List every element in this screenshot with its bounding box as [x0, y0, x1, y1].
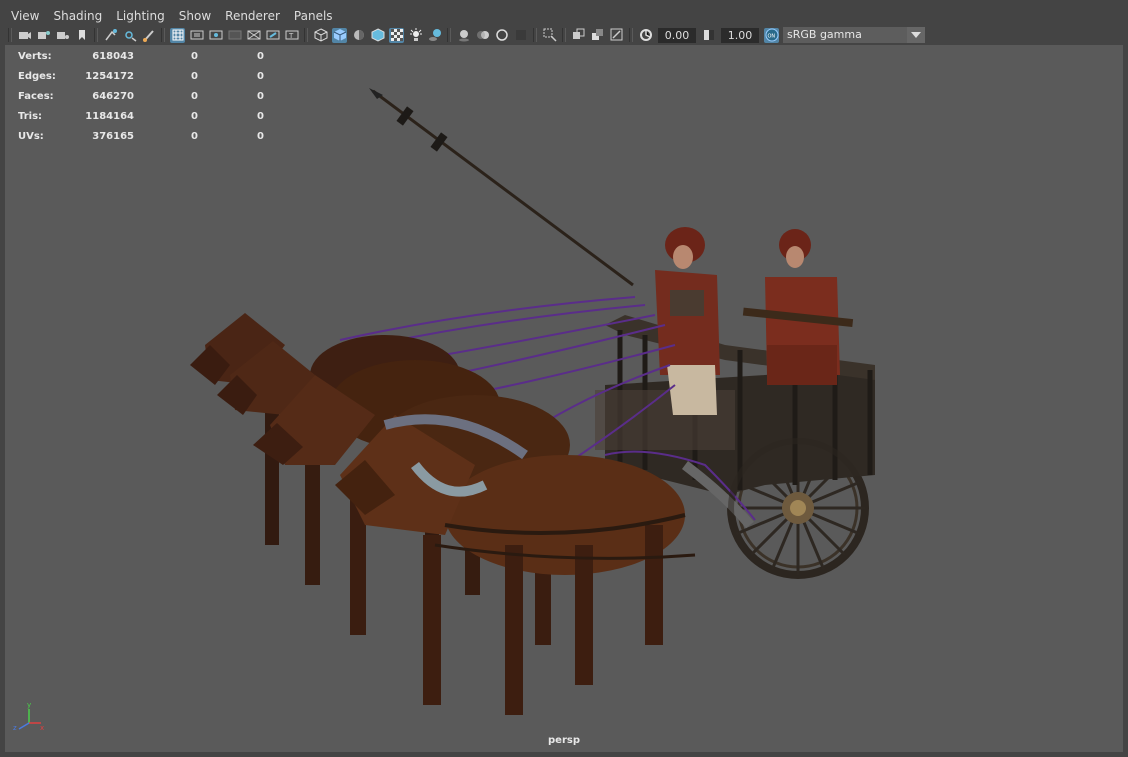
stat-label: Tris: [18, 110, 43, 122]
gate-mask-icon[interactable] [227, 28, 242, 43]
menu-lighting[interactable]: Lighting [110, 6, 173, 26]
toolbar-separator [629, 28, 633, 42]
backface-culling-icon[interactable] [609, 28, 624, 43]
menu-view[interactable]: View [5, 6, 47, 26]
paint-icon[interactable] [141, 28, 156, 43]
3d-viewport[interactable]: Verts: 618043 0 0 Edges: 1254172 0 0 Fac… [5, 45, 1123, 752]
stat-value: 0 [257, 70, 264, 82]
stat-value: 0 [191, 130, 198, 142]
field-chart-icon[interactable] [246, 28, 261, 43]
safe-action-icon[interactable] [265, 28, 280, 43]
grid-icon[interactable] [170, 27, 185, 43]
stat-label: UVs: [18, 130, 44, 142]
stat-value: 0 [257, 90, 264, 102]
stat-value: 618043 [92, 50, 134, 62]
stat-value: 0 [191, 70, 198, 82]
toolbar-separator [94, 28, 98, 42]
stat-value: 0 [257, 130, 264, 142]
stat-value: 0 [257, 110, 264, 122]
svg-text:ON: ON [767, 34, 775, 40]
svg-text:T: T [288, 32, 294, 40]
axis-label-x: x [40, 724, 44, 732]
depth-of-field-icon[interactable] [513, 28, 528, 43]
camera-settings-icon[interactable] [55, 28, 70, 43]
stat-row-uvs: UVs: 376165 0 0 [18, 126, 264, 146]
camera-name-label: persp [548, 735, 580, 746]
stat-row-tris: Tris: 1184164 0 0 [18, 106, 264, 126]
scene-render [190, 88, 875, 715]
menu-renderer[interactable]: Renderer [219, 6, 288, 26]
stat-row-edges: Edges: 1254172 0 0 [18, 66, 264, 86]
gamma-field[interactable]: 1.00 [721, 27, 759, 43]
anti-aliasing-icon[interactable] [494, 28, 509, 43]
wireframe-icon[interactable] [313, 28, 328, 43]
stat-value: 646270 [92, 90, 134, 102]
image-plane-icon[interactable] [103, 28, 118, 43]
toolbar-separator [8, 28, 12, 42]
textured-icon[interactable] [370, 28, 385, 43]
spear [369, 88, 634, 287]
color-space-dropdown[interactable]: sRGB gamma [783, 27, 925, 43]
heads-up-poly-count: Verts: 618043 0 0 Edges: 1254172 0 0 Fac… [18, 46, 264, 146]
stat-label: Verts: [18, 50, 52, 62]
camera-icon[interactable] [17, 28, 32, 43]
stat-row-faces: Faces: 646270 0 0 [18, 86, 264, 106]
checker-icon[interactable] [389, 27, 404, 43]
default-material-icon[interactable] [351, 28, 366, 43]
color-management-icon[interactable]: ON [764, 27, 779, 43]
color-space-value: sRGB gamma [787, 28, 862, 41]
toolbar-separator [161, 28, 165, 42]
panel-toolbar: T 0.00 1.00 ON sRGB gamma [5, 25, 1123, 45]
camera-attributes-icon[interactable] [36, 28, 51, 43]
film-gate-icon[interactable] [189, 28, 204, 43]
maya-viewport-panel: View Shading Lighting Show Renderer Pane… [0, 0, 1128, 757]
toolbar-separator [533, 28, 537, 42]
stat-value: 0 [191, 110, 198, 122]
gamma-icon[interactable] [701, 28, 716, 43]
safe-title-icon[interactable]: T [284, 28, 299, 43]
chevron-down-icon[interactable] [907, 27, 925, 43]
exposure-field[interactable]: 0.00 [658, 27, 696, 43]
ambient-occlusion-icon[interactable] [456, 28, 471, 43]
exposure-icon[interactable] [638, 28, 653, 43]
bookmark-icon[interactable] [74, 28, 89, 43]
stat-value: 376165 [92, 130, 134, 142]
stat-value: 1184164 [85, 110, 134, 122]
stat-value: 0 [191, 90, 198, 102]
motion-blur-icon[interactable] [475, 28, 490, 43]
panel-menu-bar: View Shading Lighting Show Renderer Pane… [5, 6, 1123, 26]
toolbar-separator [447, 28, 451, 42]
shadows-icon[interactable] [427, 28, 442, 43]
menu-panels[interactable]: Panels [288, 6, 341, 26]
stat-label: Edges: [18, 70, 56, 82]
axis-label-y: y [27, 701, 31, 709]
menu-shading[interactable]: Shading [47, 6, 110, 26]
toolbar-separator [304, 28, 308, 42]
isolate-select-icon[interactable] [542, 28, 557, 43]
xray-icon[interactable] [571, 28, 586, 43]
use-lights-icon[interactable] [408, 28, 423, 43]
axis-label-z: z [13, 724, 17, 732]
resolution-gate-icon[interactable] [208, 28, 223, 43]
stat-label: Faces: [18, 90, 54, 102]
stat-row-verts: Verts: 618043 0 0 [18, 46, 264, 66]
stat-value: 0 [191, 50, 198, 62]
axis-gizmo: y x z [13, 701, 44, 732]
toolbar-separator [562, 28, 566, 42]
xray-joints-icon[interactable] [590, 28, 605, 43]
menu-show[interactable]: Show [173, 6, 219, 26]
smooth-shade-icon[interactable] [332, 27, 347, 43]
stat-value: 0 [257, 50, 264, 62]
stat-value: 1254172 [85, 70, 134, 82]
snap-icon[interactable] [122, 28, 137, 43]
